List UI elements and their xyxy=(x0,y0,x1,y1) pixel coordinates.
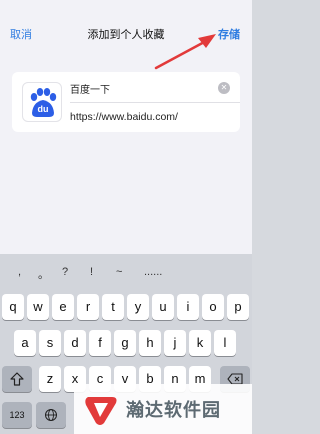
watermark-text: 瀚达软件园 xyxy=(126,400,221,421)
key-s[interactable]: s xyxy=(39,330,61,356)
candidate-key[interactable]: ...... xyxy=(144,266,162,278)
numbers-key[interactable]: 123 xyxy=(2,402,32,428)
key-f[interactable]: f xyxy=(89,330,111,356)
shift-key[interactable] xyxy=(2,366,32,392)
bookmark-card: du 百度一下 ✕ https://www.baidu.com/ xyxy=(12,72,240,132)
baidu-logo-text: du xyxy=(37,104,49,114)
key-q[interactable]: q xyxy=(2,294,24,320)
candidate-key[interactable]: 。 xyxy=(38,266,49,282)
key-z[interactable]: z xyxy=(39,366,61,392)
key-a[interactable]: a xyxy=(14,330,36,356)
key-g[interactable]: g xyxy=(114,330,136,356)
key-o[interactable]: o xyxy=(202,294,224,320)
globe-key[interactable] xyxy=(36,402,66,428)
globe-icon xyxy=(45,409,57,421)
key-i[interactable]: i xyxy=(177,294,199,320)
watermark: 瀚达软件园 xyxy=(74,384,252,434)
key-w[interactable]: w xyxy=(27,294,49,320)
key-r[interactable]: r xyxy=(77,294,99,320)
key-u[interactable]: u xyxy=(152,294,174,320)
key-l[interactable]: l xyxy=(214,330,236,356)
clear-text-icon[interactable]: ✕ xyxy=(218,82,230,94)
page-title: 添加到个人收藏 xyxy=(87,28,165,41)
add-favorite-sheet: 取消 添加到个人收藏 存储 du 百度一下 ✕ https://www.baid… xyxy=(0,0,252,254)
bookmark-title-field[interactable]: 百度一下 xyxy=(70,81,110,96)
bookmark-url-field[interactable]: https://www.baidu.com/ xyxy=(70,111,178,123)
save-button[interactable]: 存储 xyxy=(218,26,240,42)
candidate-bar: , 。 ? ! ~ ...... xyxy=(0,254,252,284)
shift-icon xyxy=(10,372,24,386)
card-divider xyxy=(70,102,240,103)
key-p[interactable]: p xyxy=(227,294,249,320)
key-t[interactable]: t xyxy=(102,294,124,320)
key-h[interactable]: h xyxy=(139,330,161,356)
candidate-key[interactable]: ? xyxy=(62,266,68,278)
candidate-key[interactable]: ~ xyxy=(116,266,122,278)
watermark-logo-icon xyxy=(85,397,117,425)
key-k[interactable]: k xyxy=(189,330,211,356)
key-j[interactable]: j xyxy=(164,330,186,356)
baidu-paw-icon xyxy=(30,88,57,117)
candidate-key[interactable]: ! xyxy=(90,266,93,278)
key-d[interactable]: d xyxy=(64,330,86,356)
baidu-logo: du xyxy=(22,82,62,122)
key-y[interactable]: y xyxy=(127,294,149,320)
candidate-key[interactable]: , xyxy=(18,266,21,278)
key-e[interactable]: e xyxy=(52,294,74,320)
nav-bar: 取消 添加到个人收藏 存储 xyxy=(0,0,252,60)
